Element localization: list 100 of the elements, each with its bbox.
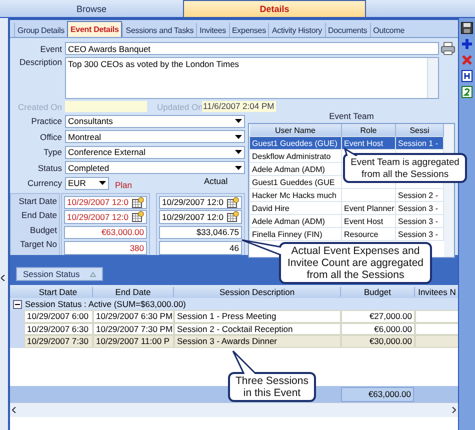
date-field[interactable]: 10/29/2007 12:0	[159, 210, 242, 224]
table-cell[interactable]: Adele Adman (ADM)	[250, 162, 342, 176]
dropdown-arrow-icon[interactable]	[235, 166, 242, 170]
table-cell[interactable]: Deskflow Administrato	[250, 150, 342, 162]
table-cell[interactable]: Event Planner	[342, 202, 396, 214]
field-label: Status	[36, 162, 63, 172]
column-header[interactable]: Sessi	[396, 124, 444, 136]
sort-icon	[90, 272, 96, 276]
table-cell[interactable]: Session 3 - Awards Dinner	[174, 335, 341, 348]
calendar-icon[interactable]	[132, 196, 144, 208]
target-field[interactable]: 46	[159, 241, 242, 254]
tab[interactable]: Outcome	[370, 23, 408, 37]
table-cell[interactable]: 10/29/2007 6:30 PM	[93, 310, 174, 322]
field-label: Office	[38, 132, 63, 142]
dropdown-arrow-icon[interactable]	[235, 134, 242, 138]
column-header[interactable]: Role	[342, 124, 396, 136]
tab[interactable]: Expenses	[228, 23, 268, 37]
table-cell[interactable]: €27,000.00	[341, 310, 415, 322]
table-cell[interactable]: Event Host	[342, 214, 396, 228]
callout-bubble: Actual Event Expenses and Invitee Count are aggregated from all the Sessions	[279, 242, 432, 284]
date-field[interactable]: 10/29/2007 12:0	[64, 196, 147, 209]
table-cell[interactable]: 10/29/2007 7:30	[24, 335, 93, 348]
table-cell[interactable]: 10/29/2007 6:00	[24, 310, 93, 322]
target-field[interactable]: 380	[64, 241, 147, 254]
table-cell[interactable]	[415, 335, 460, 348]
field-label: Target No	[19, 238, 58, 251]
scrollbar[interactable]	[427, 58, 438, 98]
table-cell[interactable]: 10/29/2007 7:30 PM	[93, 322, 174, 335]
dropdown[interactable]: Montreal	[65, 130, 245, 143]
table-cell[interactable]: Event Host	[342, 136, 396, 150]
calendar-icon[interactable]	[227, 196, 239, 208]
column-header[interactable]: Start Date	[24, 286, 93, 296]
table-cell[interactable]: Session 2 -	[396, 188, 444, 202]
table-cell[interactable]: €30,000.00	[341, 335, 415, 348]
callout-bubble: Event Team is aggregated from all the Sessions	[343, 153, 467, 183]
table-cell[interactable]: Finella Finney (FIN)	[250, 228, 342, 240]
dropdown-arrow-icon[interactable]	[99, 181, 106, 185]
table-cell[interactable]: Guest1 Gueddes (GUE	[250, 176, 342, 188]
table-cell[interactable]: Session 3 -	[396, 228, 444, 240]
tab[interactable]: Invitees	[196, 23, 228, 37]
table-cell[interactable]: €6,000.00	[341, 322, 415, 335]
dropdown-arrow-icon[interactable]	[235, 119, 242, 123]
table-cell[interactable]: Session 1 - Press Meeting	[174, 310, 341, 322]
date-field[interactable]: 10/29/2007 12:0	[159, 196, 242, 209]
dropdown-arrow-icon[interactable]	[235, 150, 242, 154]
field-label: End Date	[20, 209, 58, 222]
table-cell[interactable]: 10/29/2007 11:00 P	[93, 335, 174, 348]
budget-field[interactable]: $33,046.75	[159, 226, 242, 239]
table-cell[interactable]: Adele Adman (ADM)	[250, 214, 342, 228]
tab[interactable]: Event Details	[66, 21, 122, 37]
field-label: Currency	[26, 178, 63, 188]
field-label: Description	[18, 57, 63, 67]
dropdown[interactable]: Conference External	[65, 146, 245, 158]
dropdown[interactable]: Consultants	[65, 114, 245, 128]
event-field[interactable]: CEO Awards Banquet	[65, 42, 439, 55]
add-icon[interactable]	[461, 38, 473, 50]
save-icon[interactable]	[461, 22, 473, 34]
collapse-icon[interactable]	[13, 300, 22, 308]
field-label: Created On	[17, 102, 63, 112]
calendar-icon[interactable]	[132, 211, 144, 222]
table-cell[interactable]: Session 3 -	[396, 214, 444, 228]
table-cell[interactable]: 10/29/2007 6:30	[24, 322, 93, 335]
budget-field[interactable]: €63,000.00	[64, 226, 147, 239]
column-header[interactable]: Budget	[341, 286, 415, 296]
updated-on-field: 11/6/2007 2:04 PM	[202, 101, 276, 112]
top-tab[interactable]: Browse	[0, 0, 183, 17]
top-tab[interactable]: Details	[183, 0, 366, 17]
field-label: Start Date	[18, 194, 58, 208]
callout-pointer	[344, 148, 358, 156]
table-cell[interactable]: Session 2 - Cocktail Reception	[174, 322, 341, 335]
column-label: Actual	[204, 176, 228, 186]
table-cell[interactable]: Session 1 -	[396, 136, 444, 150]
column-header[interactable]: End Date	[93, 286, 174, 296]
printer-icon[interactable]	[441, 42, 455, 55]
dropdown[interactable]: Completed	[65, 161, 245, 174]
group-by-button[interactable]: Session Status	[16, 267, 103, 281]
table-cell[interactable]: Session 3 -	[396, 202, 444, 214]
group-row-label: Session Status : Active (SUM=$63,000.00)	[25, 299, 186, 309]
total-cell: €63,000.00	[341, 386, 414, 402]
document-icon[interactable]	[461, 70, 473, 82]
calendar-icon[interactable]	[227, 211, 239, 222]
tab[interactable]: Activity History	[268, 23, 324, 37]
table-cell[interactable]: Guest1 Gueddes (GUE)	[250, 136, 342, 150]
column-header[interactable]: User Name	[250, 124, 342, 136]
table-cell[interactable]: Hacker Mc Hacks much	[250, 188, 342, 202]
table-cell[interactable]: Resource	[342, 228, 396, 240]
column-label: Plan	[115, 180, 134, 190]
table-cell[interactable]: David Hire	[250, 202, 342, 214]
currency-dropdown[interactable]: EUR	[65, 176, 109, 190]
grid-title: Event Team	[328, 112, 375, 121]
scroll-right-icon[interactable]	[452, 407, 456, 413]
scroll-left-icon[interactable]	[12, 407, 16, 413]
field-label: Type	[42, 147, 63, 157]
tab[interactable]: Documents	[324, 23, 370, 37]
column-header[interactable]: Session Description	[174, 286, 341, 296]
tab[interactable]: Sessions and Tasks	[122, 23, 196, 37]
field-label: Practice	[30, 116, 63, 126]
description-field[interactable]: Top 300 CEOs as voted by the London Times	[65, 57, 439, 99]
date-field[interactable]: 10/29/2007 12:0	[64, 210, 147, 224]
field-label: Event	[39, 44, 63, 54]
